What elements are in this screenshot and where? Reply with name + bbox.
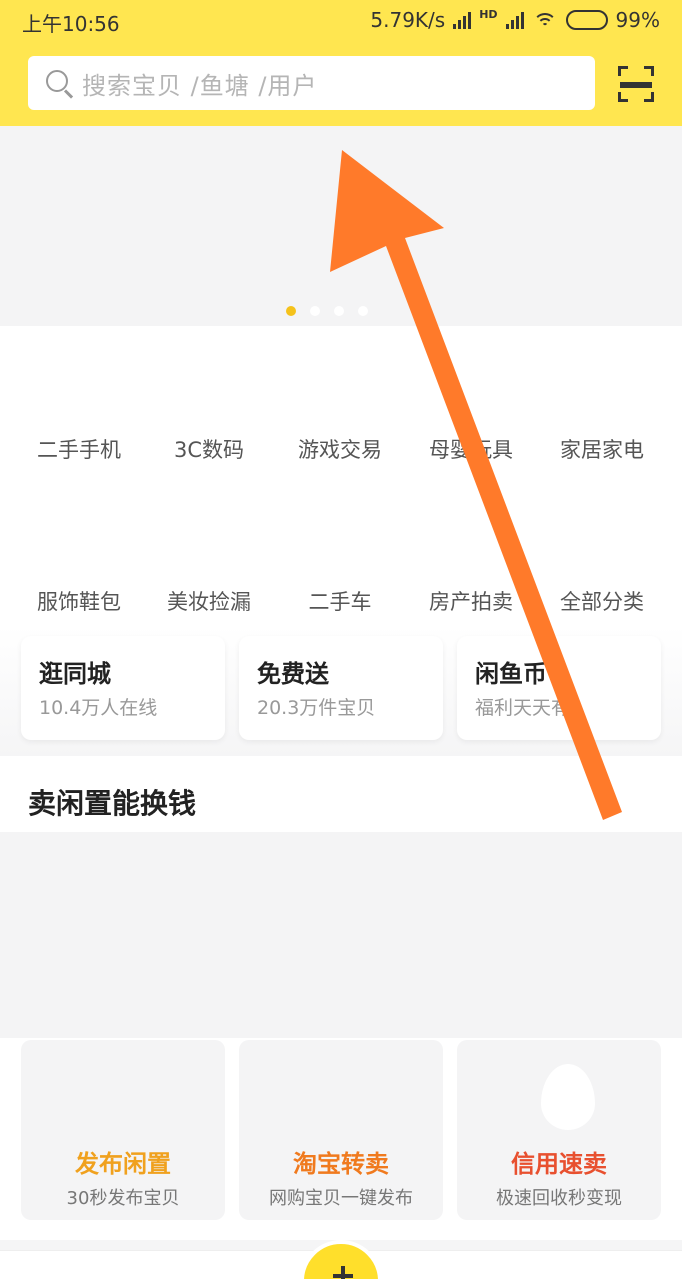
category-item[interactable]: 二手车 bbox=[275, 586, 405, 616]
quick-card-subtitle: 20.3万件宝贝 bbox=[257, 697, 376, 719]
battery-icon bbox=[565, 10, 608, 30]
quick-card-title: 免费送 bbox=[257, 660, 329, 688]
category-item[interactable]: 游戏交易 bbox=[275, 434, 405, 464]
search-icon bbox=[44, 68, 74, 99]
battery-percent: 99% bbox=[615, 8, 660, 32]
scan-icon[interactable] bbox=[618, 66, 654, 102]
category-item[interactable]: 二手手机 bbox=[14, 434, 144, 464]
publish-button[interactable] bbox=[300, 1240, 382, 1279]
status-time: 上午10:56 bbox=[22, 12, 120, 36]
banner-carousel[interactable] bbox=[0, 126, 682, 326]
carousel-dot bbox=[358, 306, 368, 316]
sell-banner[interactable] bbox=[0, 832, 682, 1038]
wifi-icon bbox=[532, 11, 558, 29]
sell-section-title: 卖闲置能换钱 bbox=[28, 787, 197, 820]
header: 搜索宝贝 /鱼塘 /用户 bbox=[0, 44, 682, 126]
search-placeholder: 搜索宝贝 /鱼塘 /用户 bbox=[82, 71, 318, 100]
status-bar: 上午10:56 5.79K/s HD 99% bbox=[0, 0, 682, 44]
sell-card-title: 发布闲置 bbox=[75, 1150, 171, 1178]
quick-card-nearby[interactable]: 逛同城 10.4万人在线 bbox=[21, 636, 225, 740]
signal-icon-2 bbox=[505, 11, 524, 29]
sell-card-title: 淘宝转卖 bbox=[293, 1150, 389, 1178]
quick-card-free[interactable]: 免费送 20.3万件宝贝 bbox=[239, 636, 443, 740]
carousel-dot-active bbox=[286, 306, 296, 316]
quick-card-title: 逛同城 bbox=[39, 660, 111, 688]
quick-card-title: 闲鱼币 bbox=[475, 660, 547, 688]
signal-icon bbox=[453, 11, 472, 29]
category-item[interactable]: 房产拍卖 bbox=[406, 586, 536, 616]
status-right: 5.79K/s HD 99% bbox=[370, 8, 660, 32]
egg-icon bbox=[541, 1064, 595, 1130]
category-item[interactable]: 服饰鞋包 bbox=[14, 586, 144, 616]
network-type: HD bbox=[479, 8, 498, 21]
category-item[interactable]: 美妆捡漏 bbox=[144, 586, 274, 616]
carousel-dot bbox=[334, 306, 344, 316]
category-item[interactable]: 家居家电 bbox=[537, 434, 667, 464]
quick-card-subtitle: 福利天天有 bbox=[475, 697, 571, 719]
sell-card-subtitle: 30秒发布宝贝 bbox=[66, 1188, 180, 1209]
sell-card-taobao-resale[interactable]: 淘宝转卖 网购宝贝一键发布 bbox=[239, 1040, 443, 1220]
sell-card-subtitle: 网购宝贝一键发布 bbox=[269, 1188, 413, 1209]
sell-card-subtitle: 极速回收秒变现 bbox=[496, 1188, 622, 1209]
quick-card-subtitle: 10.4万人在线 bbox=[39, 697, 158, 719]
sell-card-title: 信用速卖 bbox=[511, 1150, 607, 1178]
category-grid: 二手手机 3C数码 游戏交易 母婴玩具 家居家电 服饰鞋包 美妆捡漏 二手车 房… bbox=[0, 326, 682, 636]
sell-card-quick-sell[interactable]: 信用速卖 极速回收秒变现 bbox=[457, 1040, 661, 1220]
category-item[interactable]: 全部分类 bbox=[537, 586, 667, 616]
quick-card-coins[interactable]: 闲鱼币 福利天天有 bbox=[457, 636, 661, 740]
sell-card-publish[interactable]: 发布闲置 30秒发布宝贝 bbox=[21, 1040, 225, 1220]
category-item[interactable]: 母婴玩具 bbox=[406, 434, 536, 464]
search-bar[interactable]: 搜索宝贝 /鱼塘 /用户 bbox=[28, 56, 595, 110]
category-item[interactable]: 3C数码 bbox=[144, 434, 274, 464]
carousel-dot bbox=[310, 306, 320, 316]
network-speed: 5.79K/s bbox=[370, 8, 446, 32]
carousel-indicator bbox=[286, 306, 368, 316]
